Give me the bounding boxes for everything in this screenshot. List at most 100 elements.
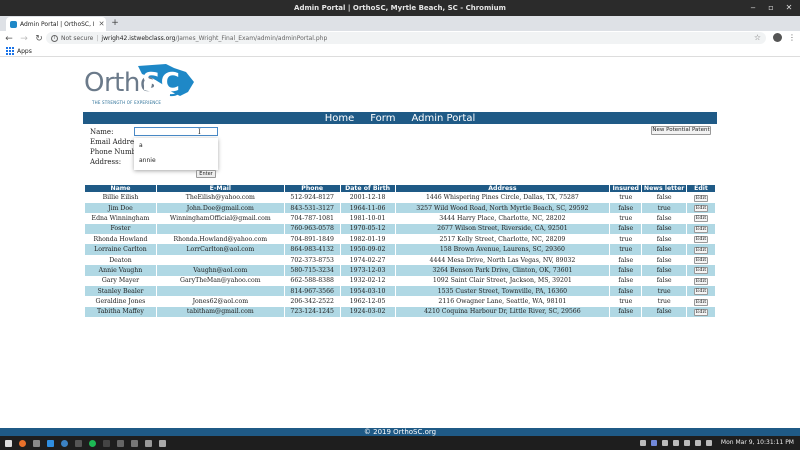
cell-insured: false	[609, 254, 643, 266]
power-icon[interactable]	[705, 439, 712, 446]
edit-button[interactable]: Edit	[694, 267, 709, 275]
table-row: Deaton 702-373-8753 1974-02-27 4444 Mesa Dr…	[84, 254, 716, 266]
orthosc-logo[interactable]: Ortho SC THE STRENGTH OF EXPERIENCE	[84, 62, 196, 108]
nav-form[interactable]: Form	[370, 113, 395, 124]
spotify-icon[interactable]	[89, 439, 96, 447]
files-icon[interactable]	[33, 439, 40, 447]
cell-insured: false	[609, 306, 643, 318]
col-header-dob: Date of Birth	[339, 184, 396, 193]
cell-edit: Edit	[686, 234, 716, 245]
tray-app-icon[interactable]	[661, 439, 668, 446]
cell-dob: 1974-02-27	[339, 254, 396, 266]
cell-address: 1092 Saint Clair Street, Jackson, MS, 39…	[394, 275, 611, 287]
edit-button[interactable]: Edit	[694, 215, 709, 223]
cell-dob: 1981-10-01	[339, 213, 396, 224]
app-icon[interactable]	[145, 439, 152, 447]
reload-icon[interactable]: ↻	[33, 33, 45, 45]
bookmark-star-icon[interactable]: ☆	[754, 33, 761, 42]
cell-address: 158 Brown Avenue, Laurens, SC, 29360	[394, 244, 611, 255]
autocomplete-option[interactable]: a	[134, 138, 218, 153]
omnibox-separator: |	[96, 34, 99, 42]
cell-newsletter: false	[641, 223, 688, 235]
cell-insured: false	[609, 223, 643, 235]
security-status: Not secure	[61, 34, 94, 42]
maximize-icon[interactable]: ▫	[766, 2, 776, 13]
tab-close-icon[interactable]: ✕	[97, 20, 106, 28]
col-header-name: Name	[84, 184, 157, 193]
cell-email: Vaughn@aol.com	[155, 265, 285, 276]
cell-phone: 843-531-3127	[283, 202, 341, 214]
table-row: Rhonda Howland Rhonda.Howland@yahoo.com 70…	[84, 234, 716, 245]
app-icon[interactable]	[159, 439, 166, 447]
edit-button[interactable]: Edit	[694, 194, 709, 202]
edit-button[interactable]: Edit	[694, 246, 709, 254]
apps-grid-icon[interactable]	[6, 47, 14, 55]
cell-insured: false	[609, 275, 643, 287]
address-bar[interactable]: i Not secure | jwrigh42.istwebclass.org/…	[46, 32, 766, 44]
cell-email	[155, 286, 285, 297]
network-icon[interactable]	[672, 439, 679, 446]
menu-dots-icon[interactable]: ⋮	[788, 33, 796, 42]
os-taskbar: Mon Mar 9, 10:31:11 PM	[0, 436, 800, 450]
edit-button[interactable]: Edit	[694, 308, 709, 316]
edit-button[interactable]: Edit	[694, 236, 709, 244]
cell-dob: 1932-02-12	[339, 275, 396, 287]
forward-icon[interactable]: →	[18, 33, 30, 45]
taskbar-clock[interactable]: Mon Mar 9, 10:31:11 PM	[721, 439, 794, 446]
cell-insured: true	[609, 213, 643, 224]
table-row: Foster 760-963-0578 1970-05-12 2677 Wilson …	[84, 223, 716, 235]
nav-admin-portal[interactable]: Admin Portal	[411, 113, 475, 124]
launcher-icon[interactable]	[5, 439, 12, 447]
minimize-icon[interactable]: ‒	[748, 2, 758, 13]
patients-table: Name E-Mail Phone Date of Birth Address …	[84, 184, 716, 318]
cell-phone: 702-373-8753	[283, 254, 341, 266]
edit-button[interactable]: Edit	[694, 298, 709, 306]
cell-phone: 704-787-1081	[283, 213, 341, 224]
cell-address: 3264 Benson Park Drive, Clinton, OK, 736…	[394, 265, 611, 276]
app-icon[interactable]	[103, 439, 110, 447]
bluetooth-icon[interactable]	[683, 439, 690, 446]
profile-avatar-icon[interactable]	[773, 33, 782, 42]
discord-icon[interactable]	[650, 439, 657, 446]
nav-home[interactable]: Home	[325, 113, 355, 124]
page-viewport: Ortho SC THE STRENGTH OF EXPERIENCE Home…	[0, 57, 800, 436]
cell-name: Foster	[84, 223, 157, 235]
new-tab-icon[interactable]: +	[110, 18, 120, 29]
name-input[interactable]	[134, 127, 218, 136]
volume-icon[interactable]	[694, 439, 701, 446]
tray-app-icon[interactable]	[639, 439, 646, 446]
autocomplete-option[interactable]: annie	[134, 153, 218, 168]
edit-button[interactable]: Edit	[694, 277, 709, 285]
tab-admin-portal[interactable]: Admin Portal | OrthoSC, Myr ✕	[6, 17, 106, 31]
cell-newsletter: true	[641, 202, 688, 214]
back-icon[interactable]: ←	[3, 33, 15, 45]
edit-button[interactable]: Edit	[694, 225, 709, 233]
app-icon[interactable]	[131, 439, 138, 447]
cell-phone: 662-588-8388	[283, 275, 341, 287]
url-text: jwrigh42.istwebclass.org/James_Wright_Fi…	[101, 35, 327, 42]
cell-insured: true	[609, 234, 643, 245]
table-row: Lorraine Carlton LorrCarlton@aol.com 864-9…	[84, 244, 716, 255]
new-potential-patient-button[interactable]: New Potential Patent	[651, 126, 711, 135]
enter-button[interactable]: Enter	[196, 170, 216, 178]
vscode-icon[interactable]	[47, 439, 54, 447]
cell-name: Jim Doe	[84, 202, 157, 214]
close-icon[interactable]: ✕	[784, 2, 794, 13]
col-header-edit: Edit	[686, 184, 716, 193]
cell-address: 1446 Whispering Pines Circle, Dallas, TX…	[394, 192, 611, 203]
firefox-icon[interactable]	[19, 439, 26, 447]
chromium-icon[interactable]	[61, 439, 68, 447]
cell-insured: false	[609, 286, 643, 297]
edit-button[interactable]: Edit	[694, 288, 709, 296]
cell-dob: 2001-12-18	[339, 192, 396, 203]
edit-button[interactable]: Edit	[694, 257, 709, 265]
text-cursor-icon: I	[198, 128, 201, 136]
table-row: Jim Doe John.Doe@gmail.com 843-531-3127 196…	[84, 202, 716, 214]
app-icon[interactable]	[75, 439, 82, 447]
terminal-icon[interactable]	[117, 439, 124, 447]
cell-insured: false	[609, 265, 643, 276]
apps-bookmark[interactable]: Apps	[17, 48, 32, 55]
edit-button[interactable]: Edit	[694, 205, 709, 213]
info-icon[interactable]: i	[51, 34, 58, 42]
cell-address: 2677 Wilson Street, Riverside, CA, 92501	[394, 223, 611, 235]
